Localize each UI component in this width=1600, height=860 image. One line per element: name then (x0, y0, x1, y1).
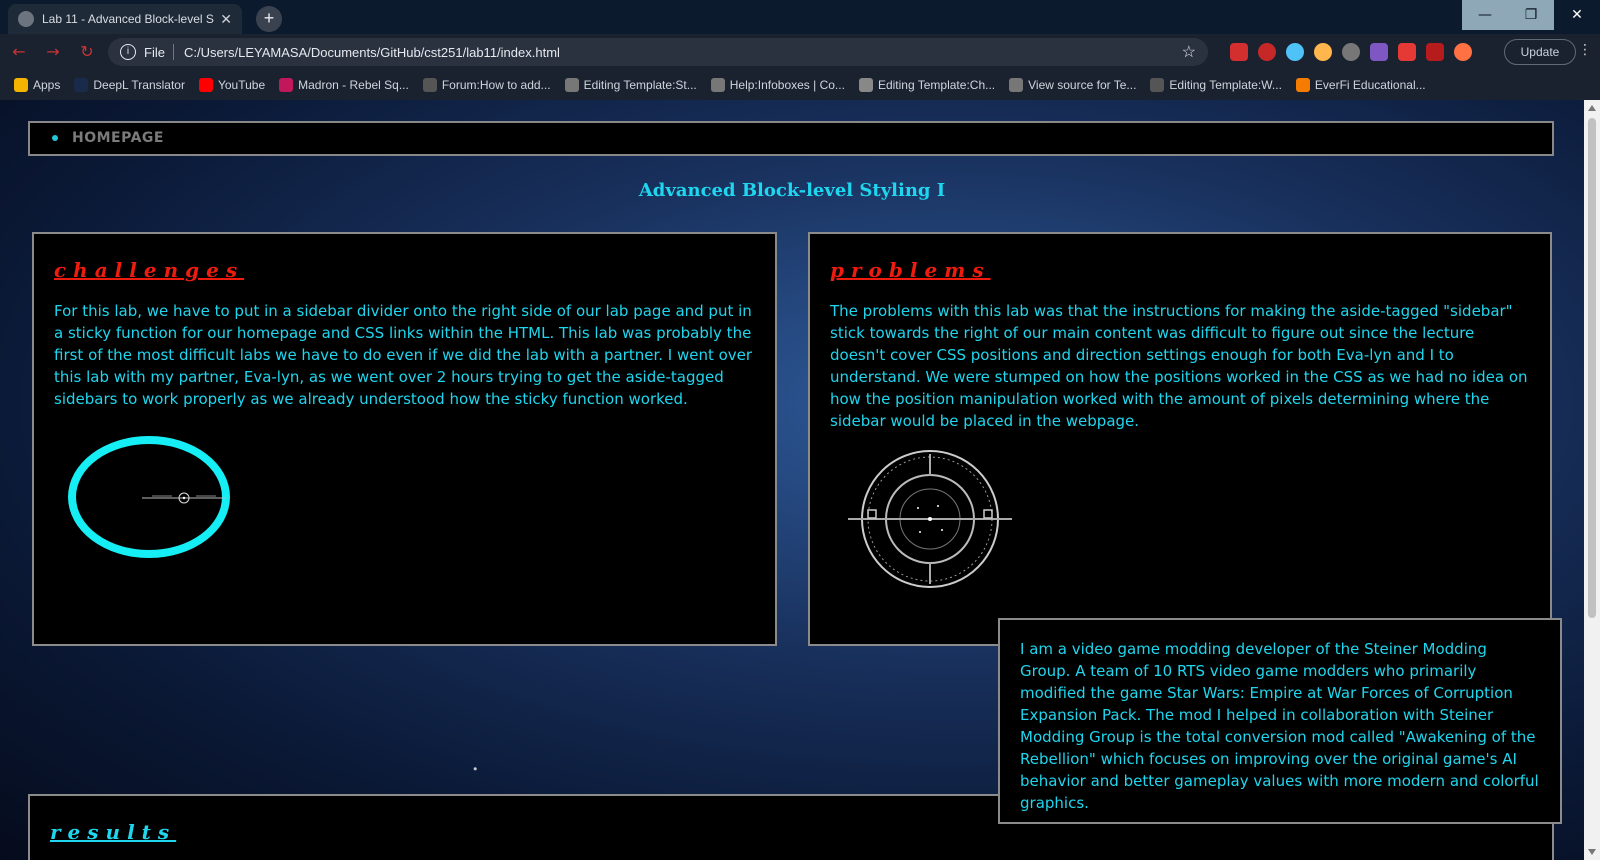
problems-section: problems The problems with this lab was … (808, 232, 1552, 646)
bookmark-favicon-icon (1009, 78, 1024, 92)
extension-icon[interactable] (1398, 43, 1416, 61)
bookmark-favicon-icon (710, 78, 725, 92)
extension-icon[interactable] (1370, 43, 1388, 61)
maximize-button[interactable]: ❐ (1508, 0, 1554, 30)
bookmark-label: EverFi Educational... (1314, 78, 1426, 92)
challenges-title: challenges (54, 258, 245, 282)
scroll-up-icon[interactable] (1588, 105, 1596, 111)
bookmark-item[interactable]: EverFi Educational... (1295, 78, 1426, 92)
bookmark-star-icon[interactable]: ☆ (1182, 42, 1196, 62)
minimize-button[interactable]: — (1462, 0, 1508, 30)
bookmark-favicon-icon (198, 78, 213, 92)
forward-icon[interactable]: → (42, 42, 64, 61)
extension-icon[interactable] (1230, 43, 1248, 61)
bookmarks-bar: Apps DeepL Translator YouTube Madron - Rebe… (0, 70, 1600, 100)
bookmark-label: Help:Infoboxes | Co... (729, 78, 845, 92)
browser-tabstrip: Lab 11 - Advanced Block-level St ✕ + — ❐… (0, 0, 1600, 34)
update-button[interactable]: Update (1504, 39, 1576, 65)
url-text[interactable]: C:/Users/LEYAMASA/Documents/GitHub/cst25… (184, 45, 1182, 60)
bookmark-item[interactable]: Apps (14, 78, 60, 92)
settings-icon[interactable] (1342, 43, 1360, 61)
bookmark-favicon-icon (279, 78, 294, 92)
bullet-icon (52, 135, 58, 141)
tab-title: Lab 11 - Advanced Block-level St (42, 12, 215, 26)
bookmark-item[interactable]: Help:Infoboxes | Co... (710, 78, 845, 92)
adblock-icon[interactable] (1258, 43, 1276, 61)
challenges-section: challenges For this lab, we have to put … (32, 232, 777, 646)
bookmark-item[interactable]: View source for Te... (1009, 78, 1136, 92)
extension-icon[interactable] (1286, 43, 1304, 61)
omnibox-divider (172, 44, 174, 60)
challenges-text: For this lab, we have to put in a sideba… (54, 302, 753, 408)
window-controls: — ❐ ✕ (1462, 0, 1600, 30)
bookmark-favicon-icon (1295, 78, 1310, 92)
bookmark-label: Editing Template:Ch... (877, 78, 996, 92)
sticky-nav: HOMEPAGE (28, 121, 1554, 156)
browser-toolbar: ← → ↻ i File C:/Users/LEYAMASA/Documents… (0, 34, 1600, 70)
extensions-area (1230, 43, 1472, 61)
bookmark-label: DeepL Translator (93, 78, 185, 92)
bookmark-label: Forum:How to add... (441, 78, 551, 92)
bookmark-item[interactable]: YouTube (198, 78, 266, 92)
scheme-label: File (144, 44, 165, 60)
bookmark-favicon-icon (564, 78, 579, 92)
bookmark-favicon-icon (858, 78, 873, 92)
tab-close-icon[interactable]: ✕ (220, 11, 232, 28)
bookmark-label: YouTube (217, 78, 266, 92)
bookmark-item[interactable]: Forum:How to add... (422, 78, 551, 92)
close-window-button[interactable]: ✕ (1554, 0, 1600, 30)
results-title: results (50, 820, 177, 844)
bookmark-label: Editing Template:St... (583, 78, 697, 92)
avatar[interactable] (1454, 43, 1472, 61)
bookmark-favicon-icon (14, 78, 28, 92)
bookmark-item[interactable]: Editing Template:Ch... (858, 78, 996, 92)
page-viewport: HOMEPAGE Advanced Block-level Styling I … (0, 100, 1584, 860)
site-info-icon[interactable]: i (120, 44, 136, 60)
scroll-down-icon[interactable] (1588, 849, 1596, 855)
bookmark-label: Editing Template:W... (1169, 78, 1282, 92)
scrollbar-thumb[interactable] (1588, 118, 1596, 618)
station-emblem-icon (848, 450, 1012, 588)
bookmark-favicon-icon (422, 78, 437, 92)
reload-icon[interactable]: ↻ (76, 42, 98, 61)
sidebar-aside: I am a video game modding developer of t… (998, 618, 1562, 824)
extension-icon[interactable] (1314, 43, 1332, 61)
problems-title: problems (830, 258, 991, 282)
homepage-link[interactable]: HOMEPAGE (72, 130, 164, 146)
bookmark-favicon-icon (1150, 78, 1165, 92)
new-tab-button[interactable]: + (256, 6, 282, 32)
address-bar[interactable]: i File C:/Users/LEYAMASA/Documents/GitHu… (108, 38, 1208, 66)
bookmark-item[interactable]: Editing Template:W... (1150, 78, 1282, 92)
page-title: Advanced Block-level Styling I (638, 180, 946, 201)
menu-icon[interactable]: ⋮ (1578, 42, 1592, 58)
problems-text: The problems with this lab was that the … (830, 302, 1528, 430)
bookmark-item[interactable]: Editing Template:St... (564, 78, 697, 92)
browser-tab[interactable]: Lab 11 - Advanced Block-level St ✕ (8, 4, 242, 34)
extension-icon[interactable] (1426, 43, 1444, 61)
bookmark-item[interactable]: DeepL Translator (74, 78, 185, 92)
bookmark-label: Apps (33, 78, 61, 92)
back-icon[interactable]: ← (8, 42, 30, 61)
bookmark-item[interactable]: Madron - Rebel Sq... (279, 78, 409, 92)
starship-icon (142, 492, 226, 504)
page-scrollbar[interactable] (1584, 100, 1600, 860)
nav-buttons: ← → ↻ (8, 42, 98, 61)
bookmark-label: Madron - Rebel Sq... (298, 78, 409, 92)
bookmark-favicon-icon (74, 78, 89, 92)
tab-favicon-icon (18, 11, 34, 27)
bookmark-label: View source for Te... (1028, 78, 1137, 92)
